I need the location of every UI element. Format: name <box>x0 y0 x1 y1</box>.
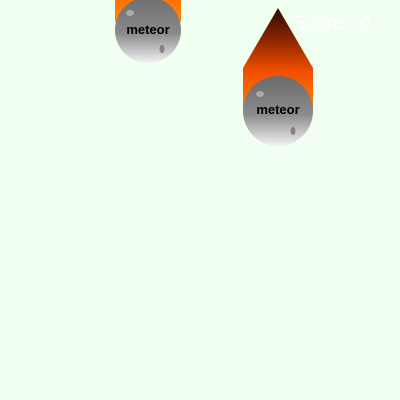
score-label: Score: <box>293 13 350 34</box>
meteor-crater <box>159 45 165 53</box>
meteor-crater <box>256 91 264 97</box>
score-value: 0 <box>360 13 371 34</box>
score-display: Score: 0 <box>293 13 371 35</box>
meteor[interactable]: meteor <box>113 0 183 65</box>
meteor-label: meteor <box>256 102 300 117</box>
game-canvas[interactable]: meteor meteor Score: 0 <box>0 0 400 400</box>
meteor-crater <box>126 10 134 16</box>
meteor-label: meteor <box>126 22 170 37</box>
meteor-crater <box>290 127 296 135</box>
